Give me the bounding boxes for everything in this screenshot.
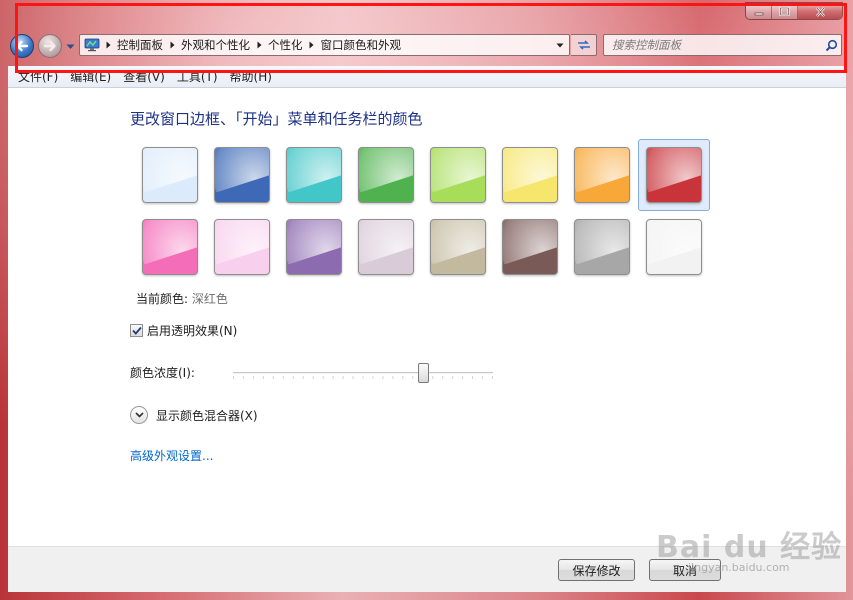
transparency-label: 启用透明效果(N) xyxy=(147,324,238,338)
color-swatch-cell[interactable] xyxy=(422,211,494,283)
menu-edit[interactable]: 编辑(E) xyxy=(64,67,117,87)
color-swatch-cell[interactable] xyxy=(494,139,566,211)
breadcrumb-appearance[interactable]: 外观和个性化 xyxy=(179,37,252,53)
color-swatch-cell[interactable] xyxy=(278,211,350,283)
refresh-icon xyxy=(577,40,590,50)
save-button[interactable]: 保存修改 xyxy=(558,559,635,581)
intensity-slider-track[interactable] xyxy=(233,372,493,374)
checkmark-icon xyxy=(131,326,142,335)
current-color-label: 当前颜色: xyxy=(136,292,189,306)
breadcrumb-separator-icon[interactable] xyxy=(165,41,179,49)
search-icon[interactable] xyxy=(821,39,841,52)
advanced-appearance-link[interactable]: 高级外观设置... xyxy=(130,447,213,464)
color-swatch[interactable] xyxy=(502,219,558,275)
breadcrumb-separator-icon[interactable] xyxy=(101,41,115,49)
intensity-label: 颜色浓度(I): xyxy=(130,366,195,380)
content-area: 更改窗口边框、「开始」菜单和任务栏的颜色 当前颜色: 深红色 启用透明效果(N)… xyxy=(8,88,846,546)
color-swatch-cell[interactable] xyxy=(206,139,278,211)
color-swatch[interactable] xyxy=(214,219,270,275)
color-swatch-cell[interactable] xyxy=(638,211,710,283)
cancel-button[interactable]: 取消 xyxy=(649,559,721,581)
color-swatch-cell[interactable] xyxy=(566,211,638,283)
color-swatch[interactable] xyxy=(214,147,270,203)
color-swatch[interactable] xyxy=(142,147,198,203)
color-swatch-cell[interactable] xyxy=(566,139,638,211)
menu-tools[interactable]: 工具(T) xyxy=(171,67,224,87)
breadcrumb-personalization[interactable]: 个性化 xyxy=(266,37,305,53)
current-color-text: 当前颜色: 深红色 xyxy=(136,290,228,307)
recent-pages-button[interactable] xyxy=(64,42,76,52)
chevron-down-icon xyxy=(556,43,564,47)
breadcrumb-control-panel[interactable]: 控制面板 xyxy=(115,37,165,53)
color-mixer-label: 显示颜色混合器(X) xyxy=(156,408,258,423)
breadcrumb-window-color[interactable]: 窗口颜色和外观 xyxy=(319,37,404,53)
breadcrumb-separator-icon[interactable] xyxy=(305,41,319,49)
color-swatch-cell[interactable] xyxy=(278,139,350,211)
chevron-down-icon xyxy=(134,412,144,418)
minimize-icon xyxy=(754,12,763,15)
search-input[interactable] xyxy=(604,38,821,52)
close-icon xyxy=(815,6,825,17)
breadcrumb-separator-icon[interactable] xyxy=(252,41,266,49)
address-bar[interactable]: 控制面板 外观和个性化 个性化 窗口颜色和外观 xyxy=(79,34,570,56)
current-color-value: 深红色 xyxy=(191,292,228,306)
refresh-button[interactable] xyxy=(571,34,597,56)
maximize-button[interactable] xyxy=(772,3,798,19)
control-panel-icon xyxy=(83,37,101,53)
color-swatch[interactable] xyxy=(646,219,702,275)
color-swatch-cell[interactable] xyxy=(134,211,206,283)
color-swatch-cell[interactable] xyxy=(350,139,422,211)
color-swatch-cell[interactable] xyxy=(134,139,206,211)
address-dropdown-button[interactable] xyxy=(551,35,569,55)
expand-button[interactable] xyxy=(130,406,148,424)
color-swatch[interactable] xyxy=(574,219,630,275)
color-swatch[interactable] xyxy=(430,219,486,275)
forward-button[interactable] xyxy=(38,34,62,58)
arrow-left-icon xyxy=(16,40,29,52)
slider-ticks xyxy=(233,376,493,379)
minimize-button[interactable] xyxy=(746,3,772,19)
page-title: 更改窗口边框、「开始」菜单和任务栏的颜色 xyxy=(130,110,423,128)
color-swatch[interactable] xyxy=(286,147,342,203)
close-button[interactable] xyxy=(798,3,842,19)
chevron-down-icon xyxy=(66,44,74,49)
maximize-icon xyxy=(779,7,790,16)
menu-help[interactable]: 帮助(H) xyxy=(224,67,278,87)
intensity-slider-thumb[interactable] xyxy=(417,363,429,383)
color-swatch-cell[interactable] xyxy=(638,139,710,211)
menu-file[interactable]: 文件(F) xyxy=(12,67,64,87)
color-swatch-cell[interactable] xyxy=(494,211,566,283)
window-controls xyxy=(745,2,843,20)
arrow-right-icon xyxy=(43,40,56,52)
color-mixer-toggle[interactable]: 显示颜色混合器(X) xyxy=(130,406,258,424)
color-swatch[interactable] xyxy=(142,219,198,275)
color-swatch-cell[interactable] xyxy=(422,139,494,211)
menu-view[interactable]: 查看(V) xyxy=(117,67,171,87)
color-swatch[interactable] xyxy=(574,147,630,203)
back-button[interactable] xyxy=(10,34,34,58)
menu-bar: 文件(F) 编辑(E) 查看(V) 工具(T) 帮助(H) xyxy=(8,66,846,88)
transparency-option[interactable]: 启用透明效果(N) xyxy=(130,322,237,339)
color-swatch[interactable] xyxy=(358,147,414,203)
color-swatch-cell[interactable] xyxy=(350,211,422,283)
color-swatch[interactable] xyxy=(502,147,558,203)
transparency-checkbox[interactable] xyxy=(130,324,143,337)
color-swatch[interactable] xyxy=(646,147,702,203)
search-box[interactable] xyxy=(603,34,842,56)
dialog-footer: 保存修改 取消 xyxy=(8,546,846,592)
color-swatch[interactable] xyxy=(358,219,414,275)
color-swatch[interactable] xyxy=(286,219,342,275)
color-swatch[interactable] xyxy=(430,147,486,203)
color-swatch-cell[interactable] xyxy=(206,211,278,283)
